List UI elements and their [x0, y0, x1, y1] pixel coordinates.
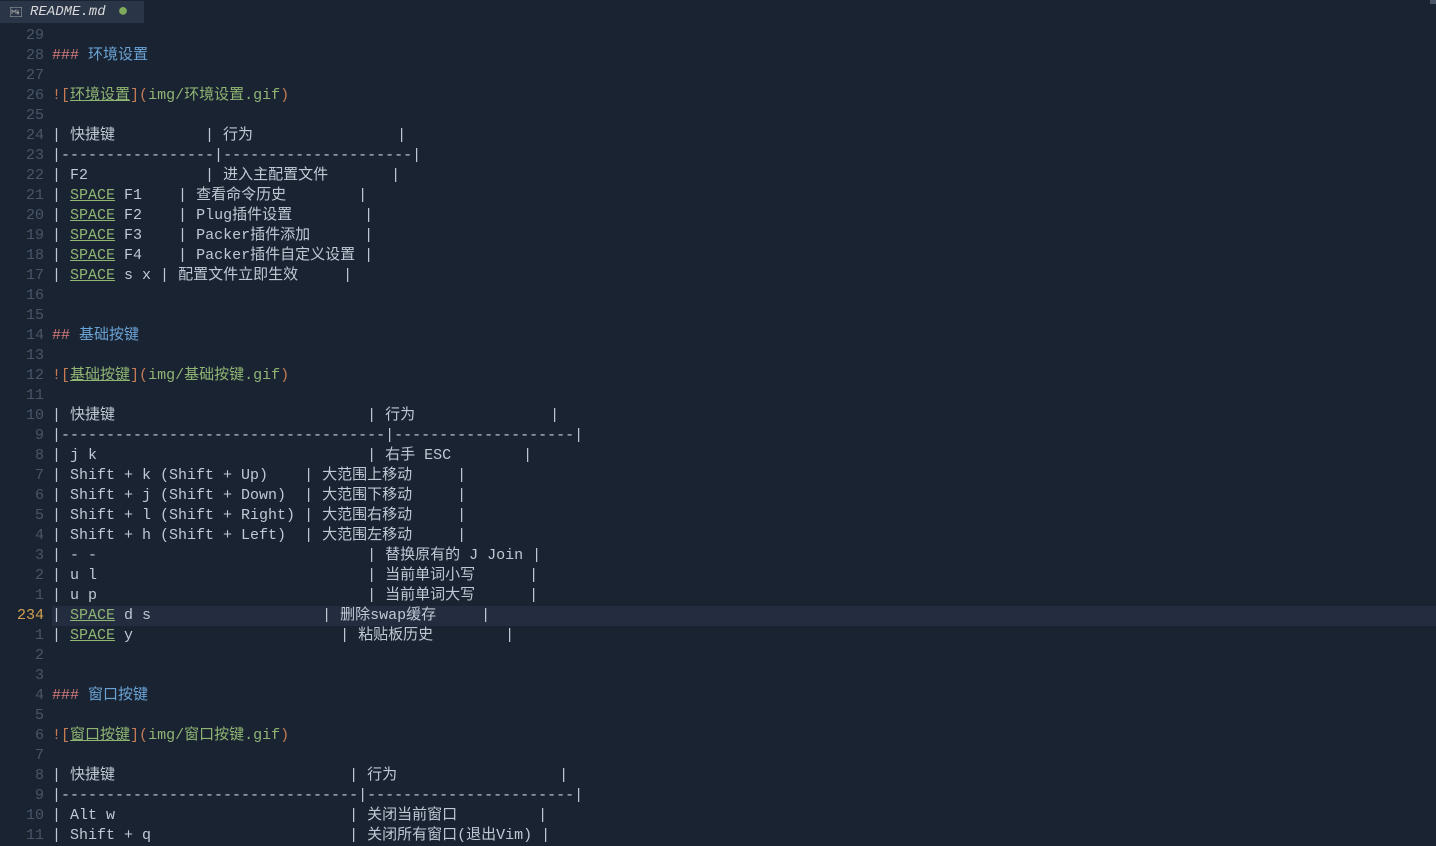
line-number: 7: [0, 746, 44, 766]
code-line: [52, 106, 1436, 126]
line-number: 4: [0, 686, 44, 706]
code-line: [52, 666, 1436, 686]
code-line: | - - | 替换原有的 J Join |: [52, 546, 1436, 566]
line-number: 8: [0, 446, 44, 466]
tab-readme[interactable]: README.md ●: [0, 1, 144, 23]
line-number: 27: [0, 66, 44, 86]
code-line: | Shift + q | 关闭所有窗口(退出Vim) |: [52, 826, 1436, 846]
line-number: 16: [0, 286, 44, 306]
line-number: 5: [0, 506, 44, 526]
line-number: 5: [0, 706, 44, 726]
line-number: 22: [0, 166, 44, 186]
line-number: 21: [0, 186, 44, 206]
code-line: ### 环境设置: [52, 46, 1436, 66]
code-line: |-----------------|---------------------…: [52, 146, 1436, 166]
code-line: [52, 306, 1436, 326]
line-number: 6: [0, 726, 44, 746]
line-number: 29: [0, 26, 44, 46]
tab-filename: README.md: [30, 4, 106, 20]
line-number: 9: [0, 426, 44, 446]
code-line: |---------------------------------|-----…: [52, 786, 1436, 806]
line-number: 14: [0, 326, 44, 346]
code-line: [52, 746, 1436, 766]
code-line: | Shift + l (Shift + Right) | 大范围右移动 |: [52, 506, 1436, 526]
line-number: 1: [0, 626, 44, 646]
code-line: | j k | 右手 ESC |: [52, 446, 1436, 466]
line-number: 28: [0, 46, 44, 66]
code-line: | 快捷键 | 行为 |: [52, 406, 1436, 426]
code-line: | Shift + j (Shift + Down) | 大范围下移动 |: [52, 486, 1436, 506]
code-line: | SPACE s x | 配置文件立即生效 |: [52, 266, 1436, 286]
code-line: | SPACE F4 | Packer插件自定义设置 |: [52, 246, 1436, 266]
line-number: 3: [0, 546, 44, 566]
code-line: [52, 386, 1436, 406]
line-number: 234: [0, 606, 44, 626]
line-number: 24: [0, 126, 44, 146]
code-line: | SPACE d s | 删除swap缓存 |: [52, 606, 1436, 626]
code-line: | 快捷键 | 行为 |: [52, 126, 1436, 146]
scrollbar-thumb[interactable]: [1430, 0, 1436, 4]
code-line: | u p | 当前单词大写 |: [52, 586, 1436, 606]
line-number: 15: [0, 306, 44, 326]
line-number: 19: [0, 226, 44, 246]
line-number: 11: [0, 826, 44, 846]
line-number: 17: [0, 266, 44, 286]
code-line: ![基础按键](img/基础按键.gif): [52, 366, 1436, 386]
line-number: 7: [0, 466, 44, 486]
code-content[interactable]: ### 环境设置 ![环境设置](img/环境设置.gif) | 快捷键 | 行…: [52, 24, 1436, 844]
code-line: |------------------------------------|--…: [52, 426, 1436, 446]
code-line: [52, 66, 1436, 86]
code-line: | u l | 当前单词小写 |: [52, 566, 1436, 586]
line-number: 13: [0, 346, 44, 366]
line-number: 8: [0, 766, 44, 786]
code-line: ## 基础按键: [52, 326, 1436, 346]
line-number: 18: [0, 246, 44, 266]
code-line: | SPACE F2 | Plug插件设置 |: [52, 206, 1436, 226]
line-number: 10: [0, 806, 44, 826]
code-line: | Shift + k (Shift + Up) | 大范围上移动 |: [52, 466, 1436, 486]
markdown-file-icon: [10, 7, 22, 17]
tab-bar: README.md ●: [0, 0, 1436, 24]
line-number: 4: [0, 526, 44, 546]
line-number: 11: [0, 386, 44, 406]
code-line: ![环境设置](img/环境设置.gif): [52, 86, 1436, 106]
line-number: 1: [0, 586, 44, 606]
code-line: | Shift + h (Shift + Left) | 大范围左移动 |: [52, 526, 1436, 546]
code-line: | SPACE y | 粘贴板历史 |: [52, 626, 1436, 646]
code-line: | 快捷键 | 行为 |: [52, 766, 1436, 786]
code-line: ![窗口按键](img/窗口按键.gif): [52, 726, 1436, 746]
line-number: 6: [0, 486, 44, 506]
code-line: [52, 646, 1436, 666]
editor-area[interactable]: 2928272625242322212019181716151413121110…: [0, 24, 1436, 844]
line-number: 2: [0, 566, 44, 586]
code-line: [52, 286, 1436, 306]
code-line: | Alt w | 关闭当前窗口 |: [52, 806, 1436, 826]
code-line: ### 窗口按键: [52, 686, 1436, 706]
code-line: | SPACE F1 | 查看命令历史 |: [52, 186, 1436, 206]
line-number: 9: [0, 786, 44, 806]
line-number: 10: [0, 406, 44, 426]
line-number: 12: [0, 366, 44, 386]
vertical-scrollbar[interactable]: [1430, 0, 1436, 844]
code-line: [52, 26, 1436, 46]
code-line: | F2 | 进入主配置文件 |: [52, 166, 1436, 186]
modified-dot-icon: ●: [118, 2, 129, 22]
code-line: [52, 706, 1436, 726]
line-number: 2: [0, 646, 44, 666]
code-line: | SPACE F3 | Packer插件添加 |: [52, 226, 1436, 246]
line-number: 25: [0, 106, 44, 126]
code-line: [52, 346, 1436, 366]
line-number: 23: [0, 146, 44, 166]
line-number: 20: [0, 206, 44, 226]
line-number: 26: [0, 86, 44, 106]
line-number-gutter: 2928272625242322212019181716151413121110…: [0, 24, 52, 844]
line-number: 3: [0, 666, 44, 686]
